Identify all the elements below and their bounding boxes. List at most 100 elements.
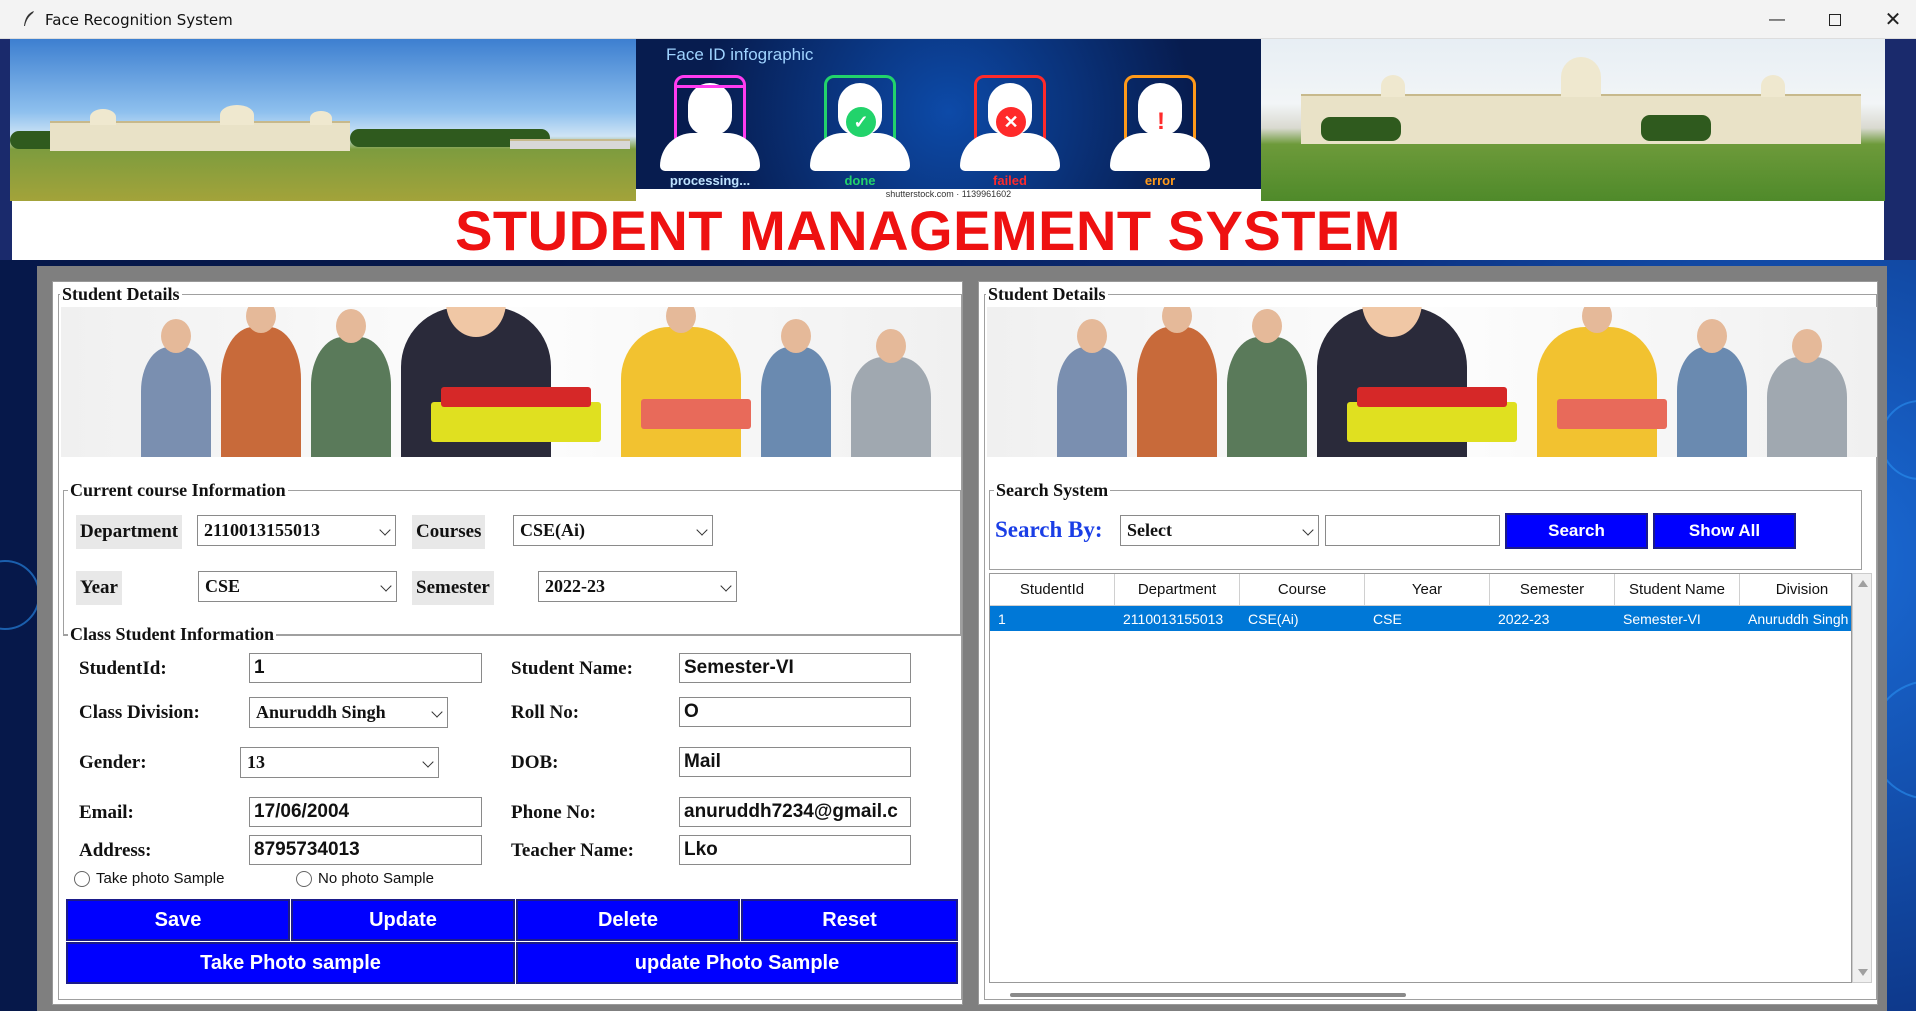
x-icon: ✕ (996, 107, 1026, 137)
email-label: Email: (79, 802, 134, 823)
students-image-left (61, 307, 961, 457)
window-title: Face Recognition System (45, 11, 233, 29)
department-select[interactable]: 2110013155013 (197, 515, 396, 546)
class-group-label: Class Student Information (68, 624, 277, 645)
search-system-label: Search System (994, 480, 1111, 501)
infographic-title: Face ID infographic (666, 45, 814, 64)
feather-icon (24, 11, 34, 26)
scroll-up-icon (1858, 580, 1868, 587)
column-header-semester[interactable]: Semester (1490, 574, 1615, 606)
no-photo-sample-radio[interactable]: No photo Sample (296, 870, 434, 887)
close-icon: ✕ (1884, 9, 1902, 31)
column-header-department[interactable]: Department (1115, 574, 1240, 606)
year-label: Year (76, 571, 122, 605)
campus-image-left (10, 39, 636, 201)
radio-circle-icon (296, 870, 312, 887)
student-table: StudentId Department Course Year Semeste… (989, 573, 1852, 983)
column-header-student-name[interactable]: Student Name (1615, 574, 1740, 606)
phone-no-label: Phone No: (511, 802, 596, 823)
face-id-infographic: Face ID infographic processing... ✓ done… (636, 39, 1261, 201)
maximize-button[interactable] (1806, 0, 1864, 39)
student-name-input[interactable]: Semester-VI (679, 653, 911, 683)
address-label: Address: (79, 840, 152, 861)
face-failed-icon: ✕ failed (950, 73, 1070, 188)
students-image-right (987, 307, 1877, 457)
chevron-down-icon (380, 580, 392, 592)
right-panel-title: Student Details (986, 284, 1108, 305)
minimize-icon: — (1769, 10, 1785, 28)
search-by-select[interactable]: Select (1120, 515, 1319, 546)
chevron-down-icon (431, 706, 443, 718)
column-header-division[interactable]: Division (1740, 574, 1851, 606)
department-label: Department (76, 515, 183, 549)
search-by-label: Search By: (995, 517, 1103, 542)
semester-label: Semester (412, 571, 494, 605)
table-cell: 2110013155013 (1123, 610, 1224, 627)
page-title-bar: STUDENT MANAGEMENT SYSTEM (12, 199, 1884, 262)
student-name-label: Student Name: (511, 658, 633, 679)
table-cell: CSE(Ai) (1248, 610, 1299, 627)
table-cell: 2022-23 (1498, 610, 1550, 627)
column-header-course[interactable]: Course (1240, 574, 1365, 606)
maximize-icon (1829, 13, 1841, 26)
courses-select[interactable]: CSE(Ai) (513, 515, 713, 546)
exclamation-icon: ! (1157, 108, 1165, 135)
teacher-name-input[interactable]: Lko (679, 835, 911, 865)
update-photo-sample-button[interactable]: update Photo Sample (516, 942, 958, 984)
face-processing-icon: processing... (650, 73, 770, 188)
title-bar: Face Recognition System — ✕ (0, 0, 1916, 39)
class-division-select[interactable]: Anuruddh Singh (249, 697, 448, 728)
address-input[interactable]: 8795734013 (249, 835, 482, 865)
table-cell: 1 (998, 610, 1006, 627)
table-cell: Semester-VI (1623, 610, 1701, 627)
reset-button[interactable]: Reset (741, 899, 958, 941)
semester-select[interactable]: 2022-23 (538, 571, 737, 602)
face-error-icon: ! error (1100, 73, 1220, 188)
roll-no-input[interactable]: O (679, 697, 911, 727)
gender-label: Gender: (79, 752, 147, 773)
chevron-down-icon (422, 756, 434, 768)
chevron-down-icon (1302, 524, 1314, 536)
take-photo-sample-button[interactable]: Take Photo sample (66, 942, 515, 984)
chevron-down-icon (720, 580, 732, 592)
class-division-label: Class Division: (79, 702, 200, 723)
dob-input[interactable]: Mail (679, 747, 911, 777)
table-horizontal-scrollbar[interactable] (1010, 993, 1406, 997)
radio-circle-icon (74, 870, 90, 887)
delete-button[interactable]: Delete (516, 899, 740, 941)
studentid-label: StudentId: (79, 658, 167, 679)
left-panel-title: Student Details (60, 284, 182, 305)
table-row[interactable]: 1 2110013155013 CSE(Ai) CSE 2022-23 Seme… (990, 606, 1851, 631)
teacher-name-label: Teacher Name: (511, 840, 634, 861)
page-title: STUDENT MANAGEMENT SYSTEM (455, 199, 1401, 262)
dob-label: DOB: (511, 752, 559, 773)
update-button[interactable]: Update (291, 899, 515, 941)
campus-image-right (1261, 39, 1885, 201)
table-cell: Anuruddh Singh (1748, 610, 1849, 627)
show-all-button[interactable]: Show All (1653, 513, 1796, 549)
email-input[interactable]: 17/06/2004 (249, 797, 482, 827)
close-button[interactable]: ✕ (1864, 0, 1916, 39)
save-button[interactable]: Save (66, 899, 290, 941)
column-header-year[interactable]: Year (1365, 574, 1490, 606)
header-banner: Face ID infographic processing... ✓ done… (10, 39, 1885, 201)
minimize-button[interactable]: — (1748, 0, 1806, 39)
search-input[interactable] (1325, 515, 1500, 546)
chevron-down-icon (379, 524, 391, 536)
table-cell: CSE (1373, 610, 1402, 627)
gender-select[interactable]: 13 (240, 747, 439, 778)
scroll-down-icon (1858, 969, 1868, 976)
face-done-icon: ✓ done (800, 73, 920, 188)
chevron-down-icon (696, 524, 708, 536)
course-group-label: Current course Information (68, 480, 288, 501)
roll-no-label: Roll No: (511, 702, 580, 723)
studentid-input[interactable]: 1 (249, 653, 482, 683)
check-icon: ✓ (846, 107, 876, 137)
search-button[interactable]: Search (1505, 513, 1648, 549)
table-vertical-scrollbar[interactable] (1852, 573, 1872, 983)
take-photo-sample-radio[interactable]: Take photo Sample (74, 870, 224, 887)
year-select[interactable]: CSE (198, 571, 397, 602)
courses-label: Courses (412, 515, 486, 549)
column-header-studentid[interactable]: StudentId (990, 574, 1115, 606)
phone-no-input[interactable]: anuruddh7234@gmail.c (679, 797, 911, 827)
